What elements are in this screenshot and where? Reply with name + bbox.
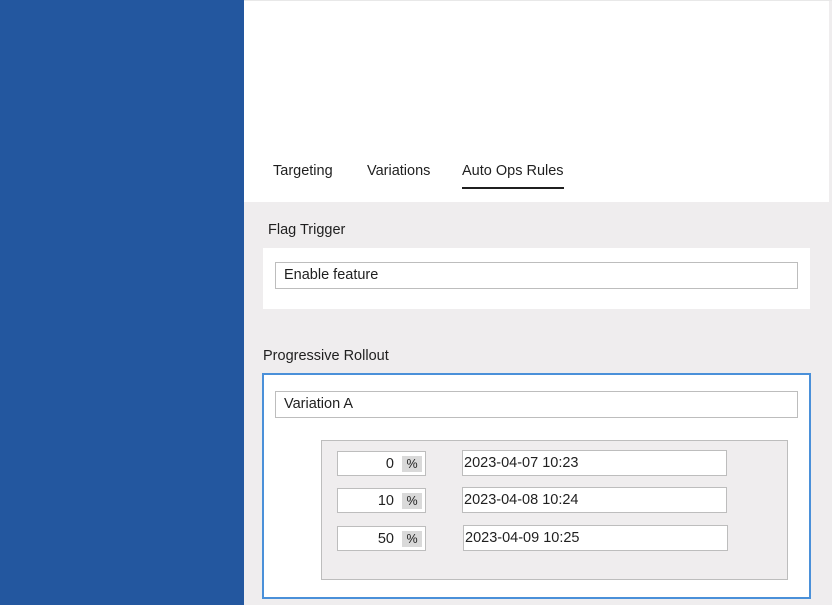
rollout-step-datetime-input[interactable]: 2023-04-08 10:24 [462,487,727,513]
rollout-step-percent-input[interactable]: 10 % [337,488,426,513]
rollout-step-percent-input[interactable]: 50 % [337,526,426,551]
rollout-step-datetime-input[interactable]: 2023-04-07 10:23 [462,450,727,476]
percent-unit-label: % [402,531,422,547]
rollout-step-percent-value: 50 [377,531,394,547]
percent-unit-label: % [402,493,422,509]
variation-select[interactable]: Variation A [275,391,798,418]
active-tab-indicator [462,187,564,189]
rollout-step-percent-value: 10 [377,493,394,509]
flag-trigger-title: Flag Trigger [268,222,346,238]
rollout-step-percent-input[interactable]: 0 % [337,451,426,476]
rollout-step-percent-value: 0 [385,456,394,472]
sidebar [0,0,244,605]
top-divider [244,0,832,1]
rollout-step-datetime-input[interactable]: 2023-04-09 10:25 [463,525,728,551]
flag-trigger-action-field[interactable]: Enable feature [275,262,798,289]
tab-targeting[interactable]: Targeting [273,160,333,182]
percent-unit-label: % [402,456,422,472]
tab-auto-ops-rules[interactable]: Auto Ops Rules [462,160,564,182]
progressive-rollout-title: Progressive Rollout [263,348,389,364]
tab-variations[interactable]: Variations [367,160,430,182]
